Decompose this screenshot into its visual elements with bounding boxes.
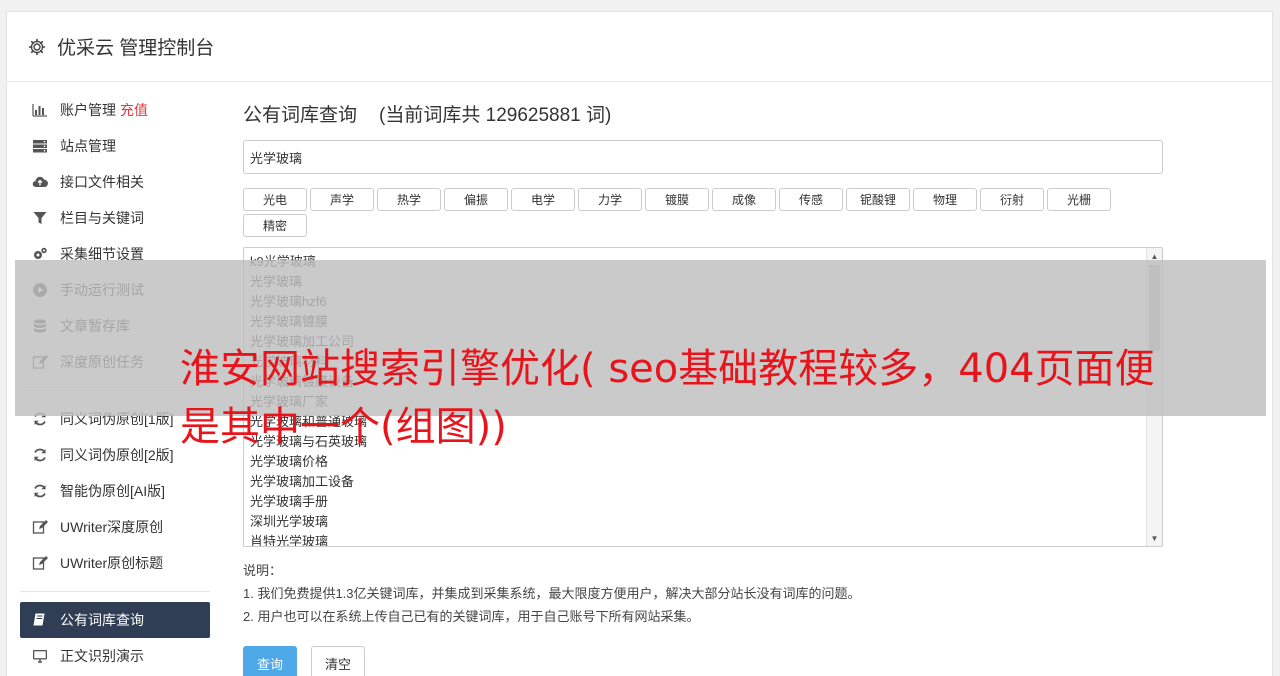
note-line: 1. 我们免费提供1.3亿关键词库，并集成到采集系统，最大限度方便用户，解决大部…	[243, 586, 861, 601]
tag-list: 光电 声学 热学 偏振 电学 力学 镀膜 成像 传感 铌酸锂 物理 衍射 光栅精密	[243, 188, 1123, 237]
sidebar-item-label: 公有词库查询	[60, 612, 144, 628]
page-title: 公有词库查询 (当前词库共 129625881 词)	[243, 100, 1173, 126]
monitor-icon	[32, 648, 48, 664]
notes-title: 说明：	[243, 563, 283, 578]
bar-chart-icon	[32, 102, 48, 118]
refresh-icon	[32, 447, 48, 463]
keyword-search-input[interactable]	[243, 140, 1163, 174]
tag-button[interactable]: 物理	[913, 188, 977, 211]
page-title-text: 公有词库查询	[243, 105, 358, 126]
tag-button[interactable]: 衍射	[980, 188, 1044, 211]
tag-button[interactable]: 声学	[310, 188, 374, 211]
sidebar-item[interactable]: 栏目与关键词	[20, 200, 210, 236]
tag-button[interactable]: 偏振	[444, 188, 508, 211]
tag-button[interactable]: 热学	[377, 188, 441, 211]
notes: 说明： 1. 我们免费提供1.3亿关键词库，并集成到采集系统，最大限度方便用户，…	[243, 559, 1173, 628]
nav-divider	[20, 591, 210, 592]
sidebar-item-label: 智能伪原创[AI版]	[60, 483, 166, 499]
tag-button[interactable]: 光栅	[1047, 188, 1111, 211]
sidebar-item[interactable]: 正文识别演示	[20, 638, 210, 674]
sidebar-item[interactable]: 站点管理	[20, 128, 210, 164]
action-buttons: 查询 清空	[243, 646, 1173, 676]
header: 优采云 管理控制台	[7, 12, 1272, 82]
sidebar-item[interactable]: 智能伪原创[AI版]	[20, 473, 210, 509]
tag-button[interactable]: 镀膜	[645, 188, 709, 211]
tag-button[interactable]: 力学	[578, 188, 642, 211]
sidebar-item-label: 同义词伪原创[2版]	[60, 447, 174, 463]
sidebar-item-label: UWriter原创标题	[60, 555, 164, 571]
edit-icon	[32, 555, 48, 571]
recharge-link[interactable]: 充值	[120, 100, 148, 120]
sidebar-item-label: 站点管理	[60, 138, 116, 154]
tag-button[interactable]: 精密	[243, 214, 307, 237]
sidebar-item[interactable]: 接口文件相关	[20, 164, 210, 200]
tag-button[interactable]: 成像	[712, 188, 776, 211]
cloud-upload-icon	[32, 174, 48, 190]
sidebar-item[interactable]: UWriter原创标题	[20, 545, 210, 581]
sidebar-item-label: 正文识别演示	[60, 648, 144, 664]
tag-button[interactable]: 电学	[511, 188, 575, 211]
sidebar-item[interactable]: 账户管理 充值	[20, 92, 210, 128]
scroll-down-icon[interactable]: ▼	[1147, 530, 1162, 546]
refresh-icon	[32, 483, 48, 499]
console-title: 优采云 管理控制台	[57, 38, 215, 59]
dictionary-count: (当前词库共 129625881 词)	[379, 105, 612, 126]
filter-icon	[32, 210, 48, 226]
book-icon	[32, 612, 48, 628]
sidebar-item-label: 栏目与关键词	[60, 210, 144, 226]
result-item[interactable]: 深圳光学玻璃	[250, 512, 1156, 532]
query-button[interactable]: 查询	[243, 646, 297, 676]
tag-button[interactable]: 光电	[243, 188, 307, 211]
sidebar-item-label: 接口文件相关	[60, 174, 144, 190]
note-line: 2. 用户也可以在系统上传自己已有的关键词库，用于自己账号下所有网站采集。	[243, 609, 700, 624]
sidebar-item-label: 账户管理	[60, 102, 116, 118]
result-item[interactable]: 光学玻璃加工设备	[250, 472, 1156, 492]
result-item[interactable]: 肖特光学玻璃	[250, 532, 1156, 546]
tag-button[interactable]: 铌酸锂	[846, 188, 910, 211]
overlay-title: 淮安网站搜索引擎优化( seo基础教程较多，404页面便是其中一个(组图))	[180, 346, 1155, 450]
result-item[interactable]: 光学玻璃手册	[250, 492, 1156, 512]
server-icon	[32, 138, 48, 154]
sidebar-item[interactable]: UWriter深度原创	[20, 509, 210, 545]
sidebar-item[interactable]: 公有词库查询	[20, 602, 210, 638]
edit-icon	[32, 519, 48, 535]
clear-button[interactable]: 清空	[311, 646, 365, 676]
tag-button[interactable]: 传感	[779, 188, 843, 211]
sidebar-item-label: UWriter深度原创	[60, 519, 164, 535]
gear-icon	[27, 37, 47, 57]
